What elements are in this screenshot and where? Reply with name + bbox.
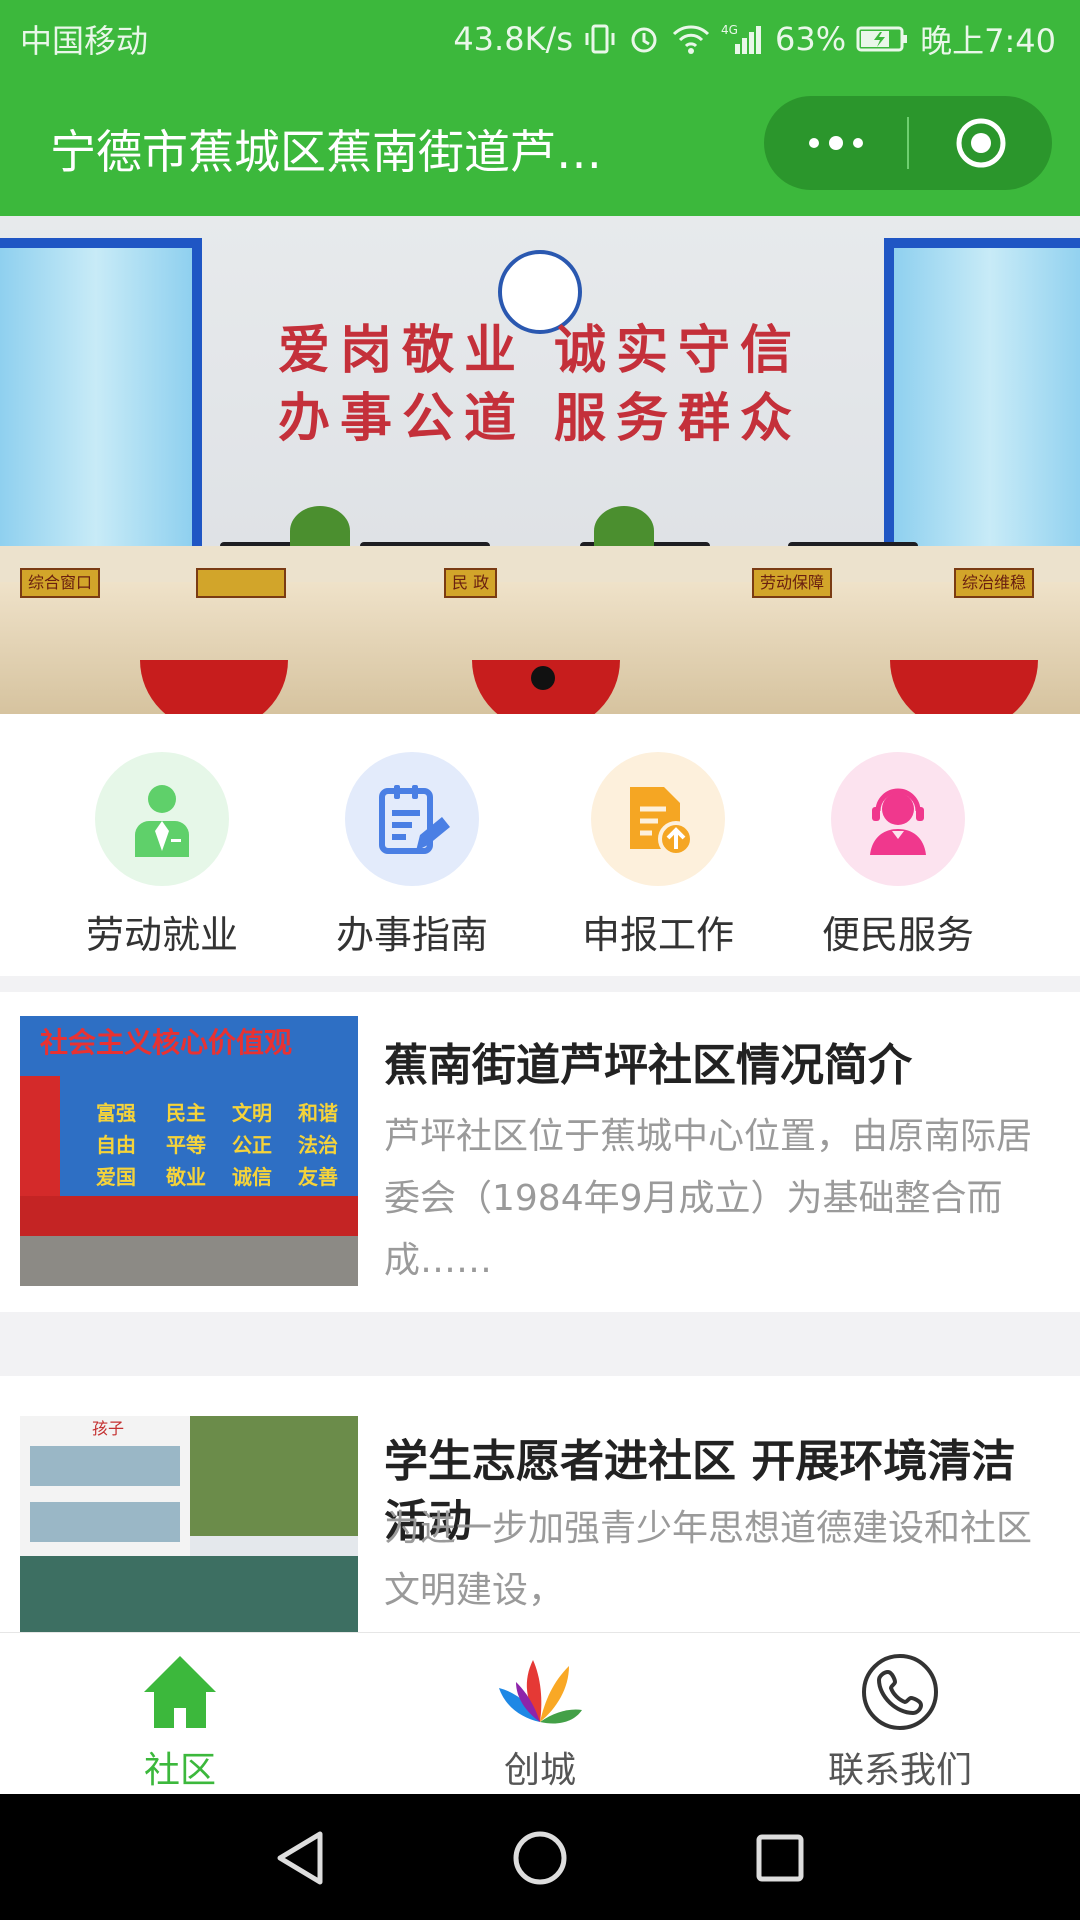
menu-item-service-guide[interactable]: 办事指南: [302, 752, 522, 959]
desk-plate: 综合窗口: [20, 568, 101, 598]
customer-service-icon: [831, 752, 965, 886]
carrier-name: 中国移动: [20, 22, 149, 60]
article-card[interactable]: 孩子 学生志愿者进社区 开展环境清洁活动 为进一步加强青少年思想道德建设和社区文…: [0, 1376, 1080, 1632]
svg-text:公正: 公正: [232, 1133, 272, 1157]
phone-icon: [720, 1649, 1080, 1735]
menu-label: 劳动就业: [85, 913, 238, 957]
banner-carousel[interactable]: 爱岗敬业 诚实守信 办事公道 服务群众 综合窗口 民 政 劳动保障 综治维稳: [0, 216, 1080, 714]
article-thumbnail: 社会主义核心价值观 富强 民主 文明 和谐 自由 平等 公正 法治 爱国 敬业 诚信 友善: [20, 1016, 358, 1286]
more-button[interactable]: [764, 96, 907, 190]
more-dots-icon: [808, 136, 863, 150]
alarm-icon: [627, 22, 661, 56]
thumb-caption: 社会主义核心价值观: [40, 1026, 292, 1059]
svg-text:和谐: 和谐: [298, 1101, 338, 1125]
tab-label: 联系我们: [827, 1750, 972, 1791]
svg-text:诚信: 诚信: [232, 1165, 272, 1189]
tab-civilized-city[interactable]: 创城: [360, 1649, 720, 1793]
tab-contact-us[interactable]: 联系我们: [720, 1649, 1080, 1793]
recent-apps-button[interactable]: [752, 1830, 808, 1886]
svg-text:爱国: 爱国: [96, 1165, 136, 1189]
miniprogram-capsule: [764, 96, 1052, 190]
home-button[interactable]: [512, 1830, 568, 1886]
desk-plate: 民 政: [444, 568, 498, 598]
employment-person-icon: [95, 752, 229, 886]
article-thumbnail: 孩子: [20, 1416, 358, 1632]
menu-label: 申报工作: [581, 913, 734, 957]
svg-text:文明: 文明: [232, 1101, 272, 1125]
svg-text:法治: 法治: [298, 1133, 338, 1157]
desk-plate: 劳动保障: [752, 568, 833, 598]
clock-time: 晚上7:40: [920, 22, 1056, 60]
signal-4g-icon: 4G: [721, 22, 765, 56]
service-menu-grid: 劳动就业 办事指南 申报工作 便民服务: [0, 714, 1080, 976]
svg-text:4G: 4G: [721, 23, 738, 37]
svg-text:富强: 富强: [96, 1101, 136, 1125]
network-speed: 43.8K/s: [453, 20, 573, 58]
svg-text:敬业: 敬业: [165, 1165, 206, 1189]
colorful-petal-logo-icon: [360, 1649, 720, 1735]
thumb-caption: 孩子: [92, 1419, 124, 1438]
article-title: 蕉南街道芦坪社区情况简介: [384, 1040, 912, 1091]
tab-label: 创城: [503, 1750, 576, 1791]
tab-label: 社区: [143, 1750, 216, 1791]
clipboard-guide-icon: [345, 752, 479, 886]
android-navigation-bar: [0, 1794, 1080, 1920]
document-upload-icon: [591, 752, 725, 886]
menu-item-declaration[interactable]: 申报工作: [548, 752, 768, 959]
page-title: 宁德市蕉城区蕉南街道芦…: [50, 125, 602, 179]
desk-plate: [196, 568, 286, 598]
article-card[interactable]: 社会主义核心价值观 富强 民主 文明 和谐 自由 平等 公正 法治 爱国 敬业 诚信 友善 蕉南街…: [0, 992, 1080, 1312]
slogan-line-2: 办事公道 服务群众: [277, 388, 803, 449]
svg-text:民主: 民主: [166, 1101, 206, 1125]
article-excerpt: 为进一步加强青少年思想道德建设和社区文明建设，: [384, 1508, 1033, 1611]
menu-label: 办事指南: [335, 913, 488, 957]
status-indicators: 43.8K/s 4G 63% 晚上7:40: [453, 16, 1056, 62]
home-icon: [0, 1649, 360, 1735]
carousel-indicator-dot[interactable]: [531, 666, 555, 690]
article-excerpt: 芦坪社区位于蕉城中心位置，由原南际居委会（1984年9月成立）为基础整合而成……: [384, 1116, 1033, 1281]
svg-text:平等: 平等: [166, 1133, 206, 1157]
target-circle-icon: [956, 118, 1005, 168]
menu-item-convenience[interactable]: 便民服务: [788, 752, 1008, 959]
vibrate-icon: [583, 22, 617, 56]
back-triangle-icon: [277, 1831, 323, 1885]
tab-community[interactable]: 社区: [0, 1649, 360, 1793]
service-counter-top: [0, 546, 1080, 586]
slogan-line-1: 爱岗敬业 诚实守信: [277, 320, 803, 381]
menu-item-employment[interactable]: 劳动就业: [52, 752, 272, 959]
battery-charging-icon: [856, 24, 910, 54]
bottom-tab-bar: 社区 创城 联系我们: [0, 1632, 1080, 1795]
recent-square-icon: [756, 1834, 804, 1882]
title-bar: 宁德市蕉城区蕉南街道芦…: [0, 70, 1080, 216]
svg-text:自由: 自由: [96, 1133, 136, 1157]
close-miniprogram-button[interactable]: [909, 96, 1052, 190]
back-button[interactable]: [272, 1830, 328, 1886]
counter-stool: [890, 660, 1038, 714]
wifi-icon: [671, 22, 711, 56]
svg-text:友善: 友善: [298, 1165, 338, 1189]
status-bar: 中国移动 43.8K/s 4G 63% 晚上7:40: [0, 0, 1080, 70]
battery-percent: 63%: [775, 20, 847, 58]
home-circle-icon: [513, 1831, 567, 1885]
menu-label: 便民服务: [821, 913, 974, 957]
counter-stool: [140, 660, 288, 714]
desk-plate: 综治维稳: [954, 568, 1035, 598]
